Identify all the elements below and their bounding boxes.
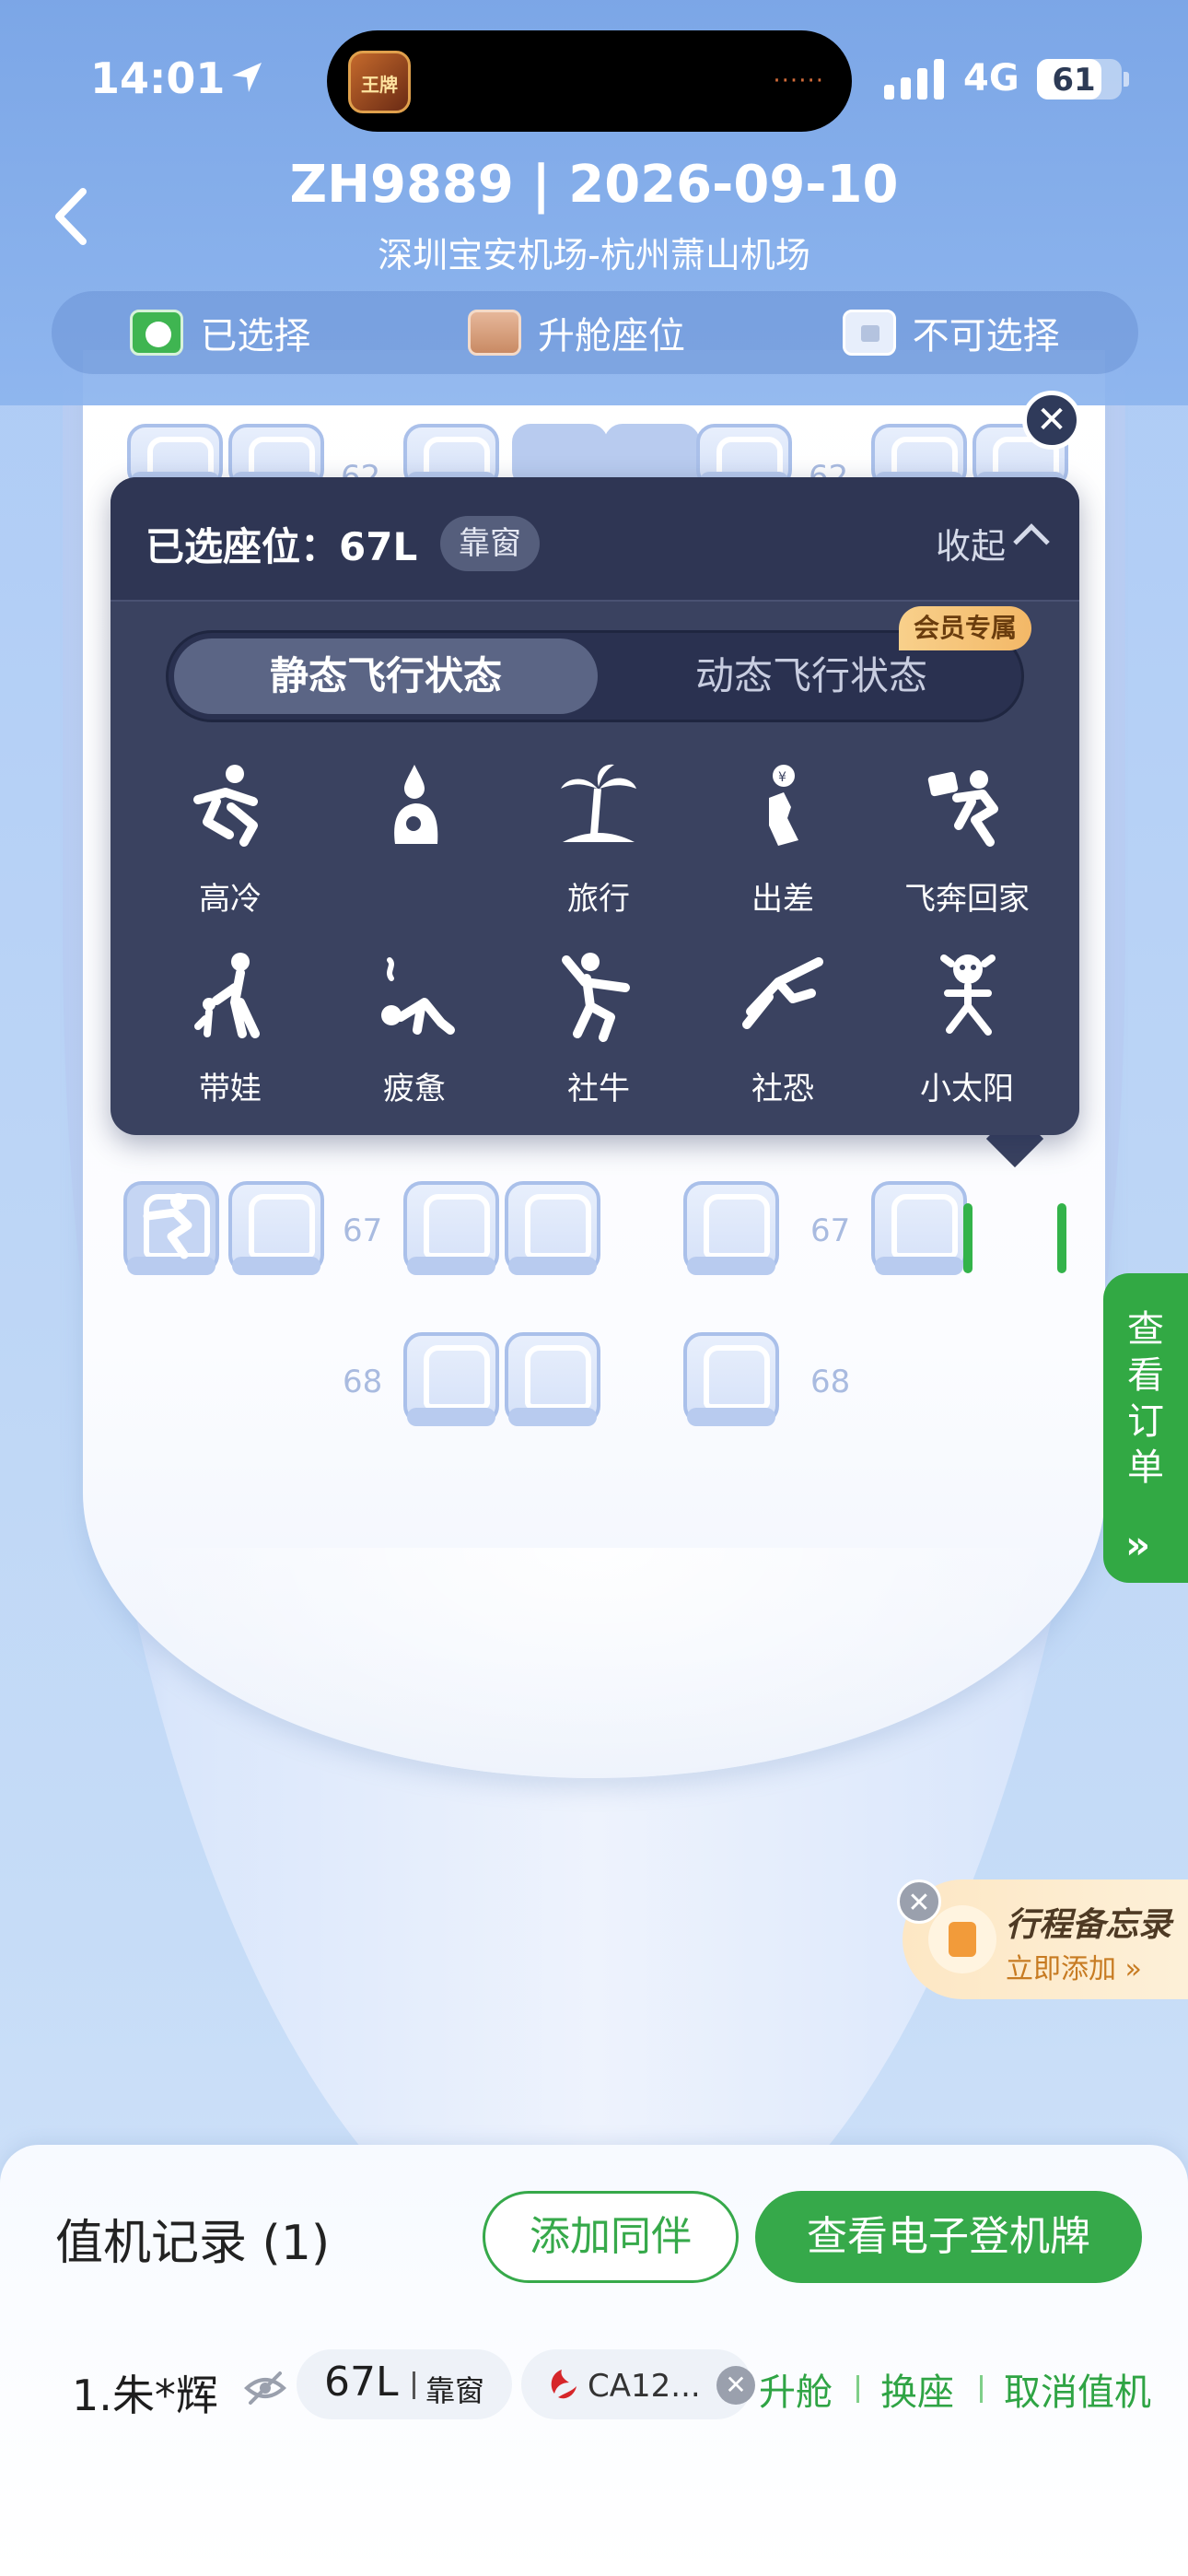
shy-person-icon — [742, 957, 823, 1029]
tired-person-icon — [381, 957, 455, 1035]
battery-icon: 61 — [1037, 59, 1129, 100]
location-arrow-icon — [232, 63, 262, 92]
seat-selected[interactable] — [871, 1181, 967, 1275]
route: 深圳宝安机场-杭州萧山机场 — [378, 235, 810, 275]
seat[interactable] — [403, 1332, 499, 1426]
vip-badge: 会员专属 — [899, 606, 1032, 650]
status-option[interactable]: 飞奔回家 — [875, 754, 1059, 919]
passenger-name: 1.朱*辉 — [72, 2371, 218, 2420]
tab-static-status[interactable]: 静态飞行状态 — [174, 638, 598, 714]
signal-icon — [884, 59, 944, 100]
airline-logo-icon — [551, 2370, 577, 2399]
palm-tree-icon — [561, 764, 636, 842]
status-option[interactable]: 带娃 — [138, 943, 322, 1109]
legend-unavailable: 不可选择 — [842, 306, 1060, 359]
seat-legend: 已选择 升舱座位 不可选择 — [52, 291, 1138, 374]
add-companion-button[interactable]: 添加同伴 — [483, 2191, 739, 2283]
seat-status-panel: 已选座位：67L 靠窗 收起 静态飞行状态 动态飞行状态 会员专属 高冷 旅行 … — [111, 477, 1079, 1135]
seat[interactable] — [228, 1181, 324, 1275]
running-home-icon — [927, 770, 998, 847]
chevron-up-icon[interactable] — [1013, 523, 1050, 560]
dynamic-island: 王牌 ······ — [327, 30, 852, 132]
running-home-icon — [143, 1193, 192, 1259]
selected-indicator — [1057, 1203, 1066, 1273]
row-number: 67 — [343, 1212, 383, 1249]
memo-add-link[interactable]: 立即添加 » — [1006, 1946, 1142, 1986]
svg-text:¥: ¥ — [778, 770, 786, 785]
aloof-person-icon — [193, 765, 258, 847]
seat-chip: 67L 靠窗 — [297, 2349, 512, 2419]
status-option[interactable]: 高冷 — [138, 754, 322, 919]
money-hand-icon: ¥ — [769, 765, 798, 846]
collapse-button[interactable]: 收起 — [936, 518, 1006, 568]
seat[interactable] — [683, 1332, 779, 1426]
status-option[interactable] — [322, 754, 507, 919]
change-seat-link[interactable]: 换座 — [880, 2362, 954, 2416]
status-segmented-control: 静态飞行状态 动态飞行状态 — [166, 630, 1024, 722]
eye-hidden-icon[interactable] — [243, 2370, 287, 2406]
status-option[interactable]: 旅行 — [507, 754, 691, 919]
status-option[interactable]: ¥ 出差 — [691, 754, 875, 919]
row-number: 67 — [810, 1212, 851, 1249]
selected-seat-label: 已选座位：67L — [146, 524, 418, 569]
status-bar: 14:01 王牌 ······ 4G 61 — [0, 0, 1188, 157]
window-tag: 靠窗 — [440, 516, 540, 571]
legend-selected: 已选择 — [130, 306, 310, 359]
checkin-sheet: 值机记录 (1) 添加同伴 查看电子登机牌 1.朱*辉 67L 靠窗 CA12.… — [0, 2145, 1188, 2576]
locked-seat-icon — [842, 310, 896, 356]
itinerary-memo-banner[interactable]: 行程备忘录 立即添加 » — [903, 1879, 1188, 1999]
seat[interactable] — [505, 1181, 600, 1275]
view-order-tab[interactable]: 查看订单 » — [1103, 1273, 1188, 1583]
row-number: 68 — [343, 1364, 383, 1400]
selected-seat-icon — [130, 310, 184, 356]
drop-person-icon — [394, 765, 438, 844]
row-number: 68 — [810, 1364, 851, 1400]
upgrade-seat-icon — [467, 310, 521, 356]
status-option[interactable]: 社牛 — [507, 943, 691, 1109]
view-order-label: 查看订单 — [1127, 1308, 1164, 1489]
app-icon: 王牌 — [348, 51, 411, 113]
sunny-person-icon — [940, 954, 996, 1036]
divider — [856, 2375, 859, 2403]
cabin-glow — [120, 1548, 1068, 1787]
clock: 14:01 — [90, 53, 226, 103]
status-option[interactable]: 小太阳 — [875, 943, 1059, 1109]
confident-person-icon — [562, 953, 630, 1042]
network-type: 4G — [963, 57, 1019, 100]
seat[interactable] — [683, 1181, 779, 1275]
close-icon[interactable]: ✕ — [716, 2366, 755, 2405]
parent-child-icon — [194, 953, 260, 1038]
checkin-title: 值机记录 (1) — [55, 2216, 331, 2271]
island-dots-icon: ······ — [773, 67, 824, 95]
divider — [980, 2375, 983, 2403]
flight-title: ZH9889 | 2026-09-10 — [289, 155, 899, 215]
memo-title: 行程备忘录 — [1006, 1906, 1172, 1944]
close-icon[interactable]: ✕ — [1022, 391, 1081, 450]
status-option[interactable]: 疲惫 — [322, 943, 507, 1109]
double-chevron-icon: » — [1125, 1522, 1151, 1567]
cancel-checkin-link[interactable]: 取消值机 — [1004, 2362, 1151, 2416]
view-boarding-pass-button[interactable]: 查看电子登机牌 — [755, 2191, 1142, 2283]
seat[interactable] — [403, 1181, 499, 1275]
memo-icon — [928, 1905, 996, 1973]
panel-header: 已选座位：67L 靠窗 收起 — [111, 477, 1079, 602]
close-icon[interactable]: ✕ — [897, 1879, 941, 1924]
upgrade-link[interactable]: 升舱 — [759, 2362, 833, 2416]
legend-upgrade: 升舱座位 — [467, 306, 685, 359]
selected-indicator — [963, 1203, 973, 1273]
seat[interactable] — [505, 1332, 600, 1426]
status-option[interactable]: 社恐 — [691, 943, 875, 1109]
status-grid: 高冷 旅行 ¥ 出差 飞奔回家 带娃 疲惫 社牛 社恐 小太阳 — [138, 754, 1059, 1109]
